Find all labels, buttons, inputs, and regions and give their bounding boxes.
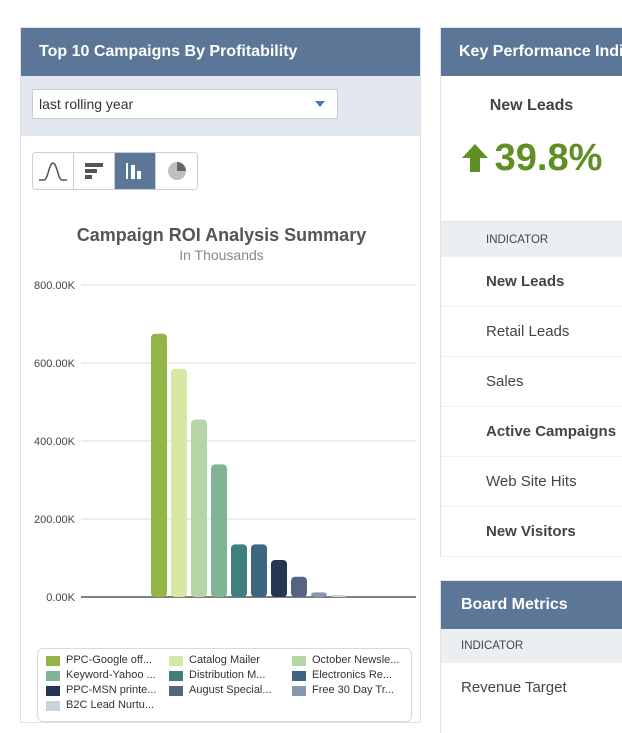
chart-bar[interactable] [291, 576, 307, 597]
y-tick-label: 0.00K [46, 592, 75, 604]
chart-bar[interactable] [191, 419, 207, 597]
chart-legend: PPC-Google off... Catalog Mailer October N… [37, 648, 412, 722]
legend-item[interactable]: Distribution M... [169, 670, 292, 682]
panel-title: Top 10 Campaigns By Profitability [21, 28, 420, 76]
legend-item[interactable]: PPC-Google off... [46, 655, 169, 667]
chart-bar[interactable] [311, 592, 327, 597]
horizontal-bar-chart-icon [85, 163, 103, 179]
pie-chart-icon [167, 162, 186, 180]
kpi-panel: Key Performance Indicators New Leads 39.… [440, 27, 622, 557]
legend-swatch [292, 670, 306, 681]
legend-label: Catalog Mailer [189, 655, 260, 667]
indicator-row[interactable]: New Leads [441, 257, 622, 307]
chart-bar[interactable] [271, 559, 287, 597]
roi-bar-chart: 0.00K 200.00K 400.00K 600.00K 800.00K [34, 280, 416, 604]
legend-item[interactable]: Electronics Re... [292, 670, 415, 682]
period-select[interactable]: last rolling year [32, 89, 338, 119]
legend-swatch [169, 670, 183, 681]
kpi-metric: 39.8% [441, 133, 622, 183]
legend-swatch [46, 670, 60, 681]
chart-bar[interactable] [171, 368, 187, 597]
legend-label: PPC-MSN printe... [66, 685, 157, 697]
legend-swatch [169, 685, 183, 696]
legend-item[interactable]: Free 30 Day Tr... [292, 685, 415, 697]
legend-label: Keyword-Yahoo ... [66, 670, 156, 682]
chart-bar[interactable] [211, 464, 227, 597]
indicator-row[interactable]: Active Campaigns [441, 407, 622, 457]
y-tick-label: 600.00K [34, 358, 76, 370]
indicator-list: New Leads Retail Leads Sales Active Campaig… [441, 257, 622, 557]
column-chart-button[interactable] [115, 153, 156, 189]
legend-label: October Newsle... [312, 655, 400, 667]
chart-bar[interactable] [331, 595, 347, 597]
line-chart-icon [39, 162, 67, 181]
filter-bar: last rolling year [21, 76, 420, 136]
y-tick-label: 800.00K [34, 280, 76, 292]
legend-swatch [46, 655, 60, 666]
chart-bar[interactable] [251, 544, 267, 597]
chart-title: Campaign ROI Analysis Summary [76, 225, 367, 245]
kpi-metric-value: 39.8% [494, 136, 603, 179]
indicator-row[interactable]: Retail Leads [441, 307, 622, 357]
indicator-row[interactable]: Web Site Hits [441, 457, 622, 507]
indicator-column-header: INDICATOR [441, 221, 622, 257]
legend-label: PPC-Google off... [66, 655, 153, 667]
legend-label: August Special... [189, 685, 272, 697]
legend-swatch [292, 655, 306, 666]
board-metrics-panel: Board Metrics INDICATOR Revenue Target [440, 580, 622, 733]
legend-item[interactable]: October Newsle... [292, 655, 415, 667]
column-chart-icon [126, 163, 141, 179]
y-tick-label: 200.00K [34, 514, 76, 526]
legend-label: Distribution M... [189, 670, 266, 682]
legend-swatch [169, 655, 183, 666]
indicator-row[interactable]: Sales [441, 357, 622, 407]
legend-swatch [46, 685, 60, 696]
legend-swatch [292, 685, 306, 696]
kpi-metric-name: New Leads [489, 97, 574, 114]
chart-type-switcher [32, 152, 198, 190]
panel-title: Board Metrics [441, 581, 622, 629]
chart-bar[interactable] [151, 333, 167, 597]
chevron-down-icon [315, 101, 325, 107]
top-campaigns-panel: Top 10 Campaigns By Profitability last r… [20, 27, 421, 723]
indicator-column-header: INDICATOR [441, 629, 622, 663]
up-arrow-icon [461, 144, 488, 172]
chart-bar[interactable] [231, 544, 247, 597]
period-select-value: last rolling year [39, 96, 134, 112]
board-indicator-list: Revenue Target [441, 663, 622, 713]
legend-label: Electronics Re... [312, 670, 393, 682]
legend-item[interactable]: Keyword-Yahoo ... [46, 670, 169, 682]
indicator-row[interactable]: New Visitors [441, 507, 622, 557]
legend-label: Free 30 Day Tr... [312, 685, 394, 697]
legend-item[interactable]: B2C Lead Nurtu... [46, 700, 169, 712]
legend-item[interactable]: Catalog Mailer [169, 655, 292, 667]
horizontal-bar-chart-button[interactable] [74, 153, 115, 189]
y-tick-label: 400.00K [34, 436, 76, 448]
chart-subtitle: In Thousands [179, 247, 264, 263]
legend-item[interactable]: PPC-MSN printe... [46, 685, 169, 697]
board-indicator-row[interactable]: Revenue Target [441, 663, 622, 713]
pie-chart-button[interactable] [156, 153, 197, 189]
legend-label: B2C Lead Nurtu... [66, 700, 155, 712]
legend-swatch [46, 700, 60, 711]
line-chart-button[interactable] [33, 153, 74, 189]
legend-item[interactable]: August Special... [169, 685, 292, 697]
panel-title: Key Performance Indicators [441, 28, 622, 76]
